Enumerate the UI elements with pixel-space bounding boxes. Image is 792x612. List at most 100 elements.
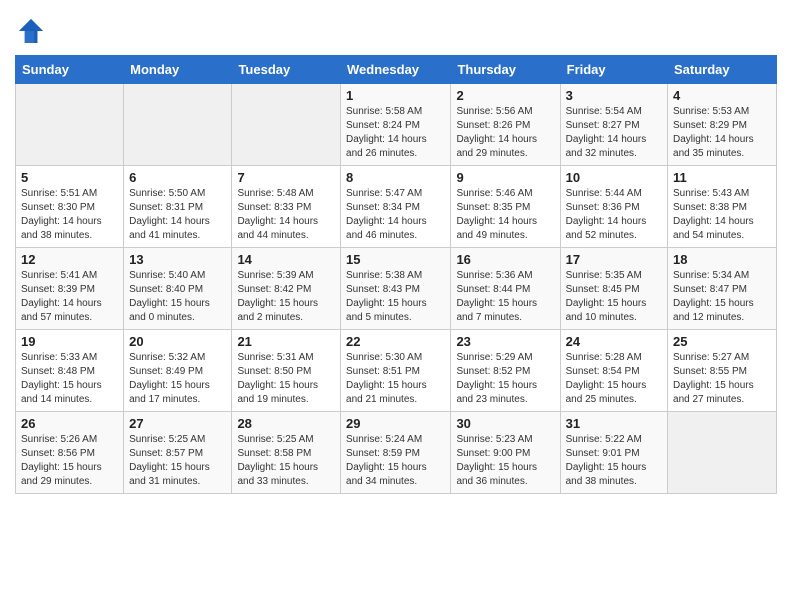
day-header-wednesday: Wednesday [341, 56, 451, 84]
day-number: 19 [21, 334, 118, 349]
calendar-cell: 19 Sunrise: 5:33 AM Sunset: 8:48 PM Dayli… [16, 330, 124, 412]
calendar-week-3: 12 Sunrise: 5:41 AM Sunset: 8:39 PM Dayli… [16, 248, 777, 330]
day-info: Sunrise: 5:43 AM Sunset: 8:38 PM Dayligh… [673, 187, 771, 243]
day-info: Sunrise: 5:35 AM Sunset: 8:45 PM Dayligh… [566, 269, 662, 325]
calendar-cell: 14 Sunrise: 5:39 AM Sunset: 8:42 PM Dayli… [232, 248, 341, 330]
calendar-cell: 5Sunrise: 5:51 AM Sunset: 8:30 PM Daylig… [16, 166, 124, 248]
day-number: 17 [566, 252, 662, 267]
calendar-cell [232, 84, 341, 166]
calendar-week-4: 19 Sunrise: 5:33 AM Sunset: 8:48 PM Dayli… [16, 330, 777, 412]
day-number: 24 [566, 334, 662, 349]
day-info: Sunrise: 5:31 AM Sunset: 8:50 PM Dayligh… [237, 351, 335, 407]
calendar-cell: 2Sunrise: 5:56 AM Sunset: 8:26 PM Daylig… [451, 84, 560, 166]
day-info: Sunrise: 5:22 AM Sunset: 9:01 PM Dayligh… [566, 433, 662, 489]
day-number: 1 [346, 88, 445, 103]
day-number: 11 [673, 170, 771, 185]
day-number: 14 [237, 252, 335, 267]
day-info: Sunrise: 5:24 AM Sunset: 8:59 PM Dayligh… [346, 433, 445, 489]
calendar-cell: 16 Sunrise: 5:36 AM Sunset: 8:44 PM Dayli… [451, 248, 560, 330]
day-number: 21 [237, 334, 335, 349]
day-info: Sunrise: 5:23 AM Sunset: 9:00 PM Dayligh… [456, 433, 554, 489]
day-number: 6 [129, 170, 226, 185]
calendar-body: 1Sunrise: 5:58 AM Sunset: 8:24 PM Daylig… [16, 84, 777, 494]
calendar-cell: 15 Sunrise: 5:38 AM Sunset: 8:43 PM Dayli… [341, 248, 451, 330]
header-row: SundayMondayTuesdayWednesdayThursdayFrid… [16, 56, 777, 84]
calendar-cell: 26 Sunrise: 5:26 AM Sunset: 8:56 PM Dayli… [16, 412, 124, 494]
calendar-week-2: 5Sunrise: 5:51 AM Sunset: 8:30 PM Daylig… [16, 166, 777, 248]
day-number: 5 [21, 170, 118, 185]
day-info: Sunrise: 5:32 AM Sunset: 8:49 PM Dayligh… [129, 351, 226, 407]
calendar-cell: 30 Sunrise: 5:23 AM Sunset: 9:00 PM Dayli… [451, 412, 560, 494]
day-number: 4 [673, 88, 771, 103]
day-header-saturday: Saturday [668, 56, 777, 84]
day-info: Sunrise: 5:40 AM Sunset: 8:40 PM Dayligh… [129, 269, 226, 325]
calendar-cell: 1Sunrise: 5:58 AM Sunset: 8:24 PM Daylig… [341, 84, 451, 166]
calendar-cell [668, 412, 777, 494]
day-number: 9 [456, 170, 554, 185]
day-number: 10 [566, 170, 662, 185]
day-number: 18 [673, 252, 771, 267]
calendar-cell: 18 Sunrise: 5:34 AM Sunset: 8:47 PM Dayli… [668, 248, 777, 330]
day-number: 22 [346, 334, 445, 349]
day-number: 16 [456, 252, 554, 267]
calendar-cell: 27Sunrise: 5:25 AM Sunset: 8:57 PM Dayli… [124, 412, 232, 494]
day-info: Sunrise: 5:39 AM Sunset: 8:42 PM Dayligh… [237, 269, 335, 325]
calendar-header: SundayMondayTuesdayWednesdayThursdayFrid… [16, 56, 777, 84]
day-info: Sunrise: 5:25 AM Sunset: 8:57 PM Dayligh… [129, 433, 226, 489]
day-info: Sunrise: 5:53 AM Sunset: 8:29 PM Dayligh… [673, 105, 771, 161]
day-info: Sunrise: 5:56 AM Sunset: 8:26 PM Dayligh… [456, 105, 554, 161]
day-number: 25 [673, 334, 771, 349]
calendar-cell: 20 Sunrise: 5:32 AM Sunset: 8:49 PM Dayli… [124, 330, 232, 412]
day-info: Sunrise: 5:26 AM Sunset: 8:56 PM Dayligh… [21, 433, 118, 489]
day-number: 29 [346, 416, 445, 431]
calendar-cell: 31 Sunrise: 5:22 AM Sunset: 9:01 PM Dayli… [560, 412, 667, 494]
day-number: 31 [566, 416, 662, 431]
calendar-cell: 25 Sunrise: 5:27 AM Sunset: 8:55 PM Dayli… [668, 330, 777, 412]
day-info: Sunrise: 5:27 AM Sunset: 8:55 PM Dayligh… [673, 351, 771, 407]
calendar-cell: 10 Sunrise: 5:44 AM Sunset: 8:36 PM Dayli… [560, 166, 667, 248]
day-info: Sunrise: 5:34 AM Sunset: 8:47 PM Dayligh… [673, 269, 771, 325]
day-info: Sunrise: 5:28 AM Sunset: 8:54 PM Dayligh… [566, 351, 662, 407]
day-number: 20 [129, 334, 226, 349]
day-info: Sunrise: 5:38 AM Sunset: 8:43 PM Dayligh… [346, 269, 445, 325]
calendar-cell: 24 Sunrise: 5:28 AM Sunset: 8:54 PM Dayli… [560, 330, 667, 412]
calendar-cell: 9Sunrise: 5:46 AM Sunset: 8:35 PM Daylig… [451, 166, 560, 248]
calendar-cell: 13 Sunrise: 5:40 AM Sunset: 8:40 PM Dayli… [124, 248, 232, 330]
day-number: 13 [129, 252, 226, 267]
day-number: 26 [21, 416, 118, 431]
day-info: Sunrise: 5:48 AM Sunset: 8:33 PM Dayligh… [237, 187, 335, 243]
day-number: 8 [346, 170, 445, 185]
day-number: 28 [237, 416, 335, 431]
day-info: Sunrise: 5:30 AM Sunset: 8:51 PM Dayligh… [346, 351, 445, 407]
day-info: Sunrise: 5:36 AM Sunset: 8:44 PM Dayligh… [456, 269, 554, 325]
page: SundayMondayTuesdayWednesdayThursdayFrid… [0, 0, 792, 612]
calendar-cell: 22 Sunrise: 5:30 AM Sunset: 8:51 PM Dayli… [341, 330, 451, 412]
calendar-cell: 7Sunrise: 5:48 AM Sunset: 8:33 PM Daylig… [232, 166, 341, 248]
logo-icon [15, 15, 47, 47]
calendar-cell: 23 Sunrise: 5:29 AM Sunset: 8:52 PM Dayli… [451, 330, 560, 412]
day-info: Sunrise: 5:29 AM Sunset: 8:52 PM Dayligh… [456, 351, 554, 407]
day-info: Sunrise: 5:33 AM Sunset: 8:48 PM Dayligh… [21, 351, 118, 407]
calendar-cell: 28 Sunrise: 5:25 AM Sunset: 8:58 PM Dayli… [232, 412, 341, 494]
calendar-cell [16, 84, 124, 166]
day-number: 15 [346, 252, 445, 267]
day-number: 23 [456, 334, 554, 349]
calendar-cell: 29 Sunrise: 5:24 AM Sunset: 8:59 PM Dayli… [341, 412, 451, 494]
calendar-cell: 17 Sunrise: 5:35 AM Sunset: 8:45 PM Dayli… [560, 248, 667, 330]
day-number: 12 [21, 252, 118, 267]
day-header-friday: Friday [560, 56, 667, 84]
calendar-cell [124, 84, 232, 166]
calendar-cell: 11 Sunrise: 5:43 AM Sunset: 8:38 PM Dayli… [668, 166, 777, 248]
day-info: Sunrise: 5:50 AM Sunset: 8:31 PM Dayligh… [129, 187, 226, 243]
day-info: Sunrise: 5:41 AM Sunset: 8:39 PM Dayligh… [21, 269, 118, 325]
day-info: Sunrise: 5:54 AM Sunset: 8:27 PM Dayligh… [566, 105, 662, 161]
day-info: Sunrise: 5:25 AM Sunset: 8:58 PM Dayligh… [237, 433, 335, 489]
day-header-monday: Monday [124, 56, 232, 84]
calendar-cell: 21 Sunrise: 5:31 AM Sunset: 8:50 PM Dayli… [232, 330, 341, 412]
day-number: 30 [456, 416, 554, 431]
day-info: Sunrise: 5:44 AM Sunset: 8:36 PM Dayligh… [566, 187, 662, 243]
calendar-week-5: 26 Sunrise: 5:26 AM Sunset: 8:56 PM Dayli… [16, 412, 777, 494]
logo [15, 15, 51, 47]
day-number: 3 [566, 88, 662, 103]
calendar-cell: 4 Sunrise: 5:53 AM Sunset: 8:29 PM Daylig… [668, 84, 777, 166]
